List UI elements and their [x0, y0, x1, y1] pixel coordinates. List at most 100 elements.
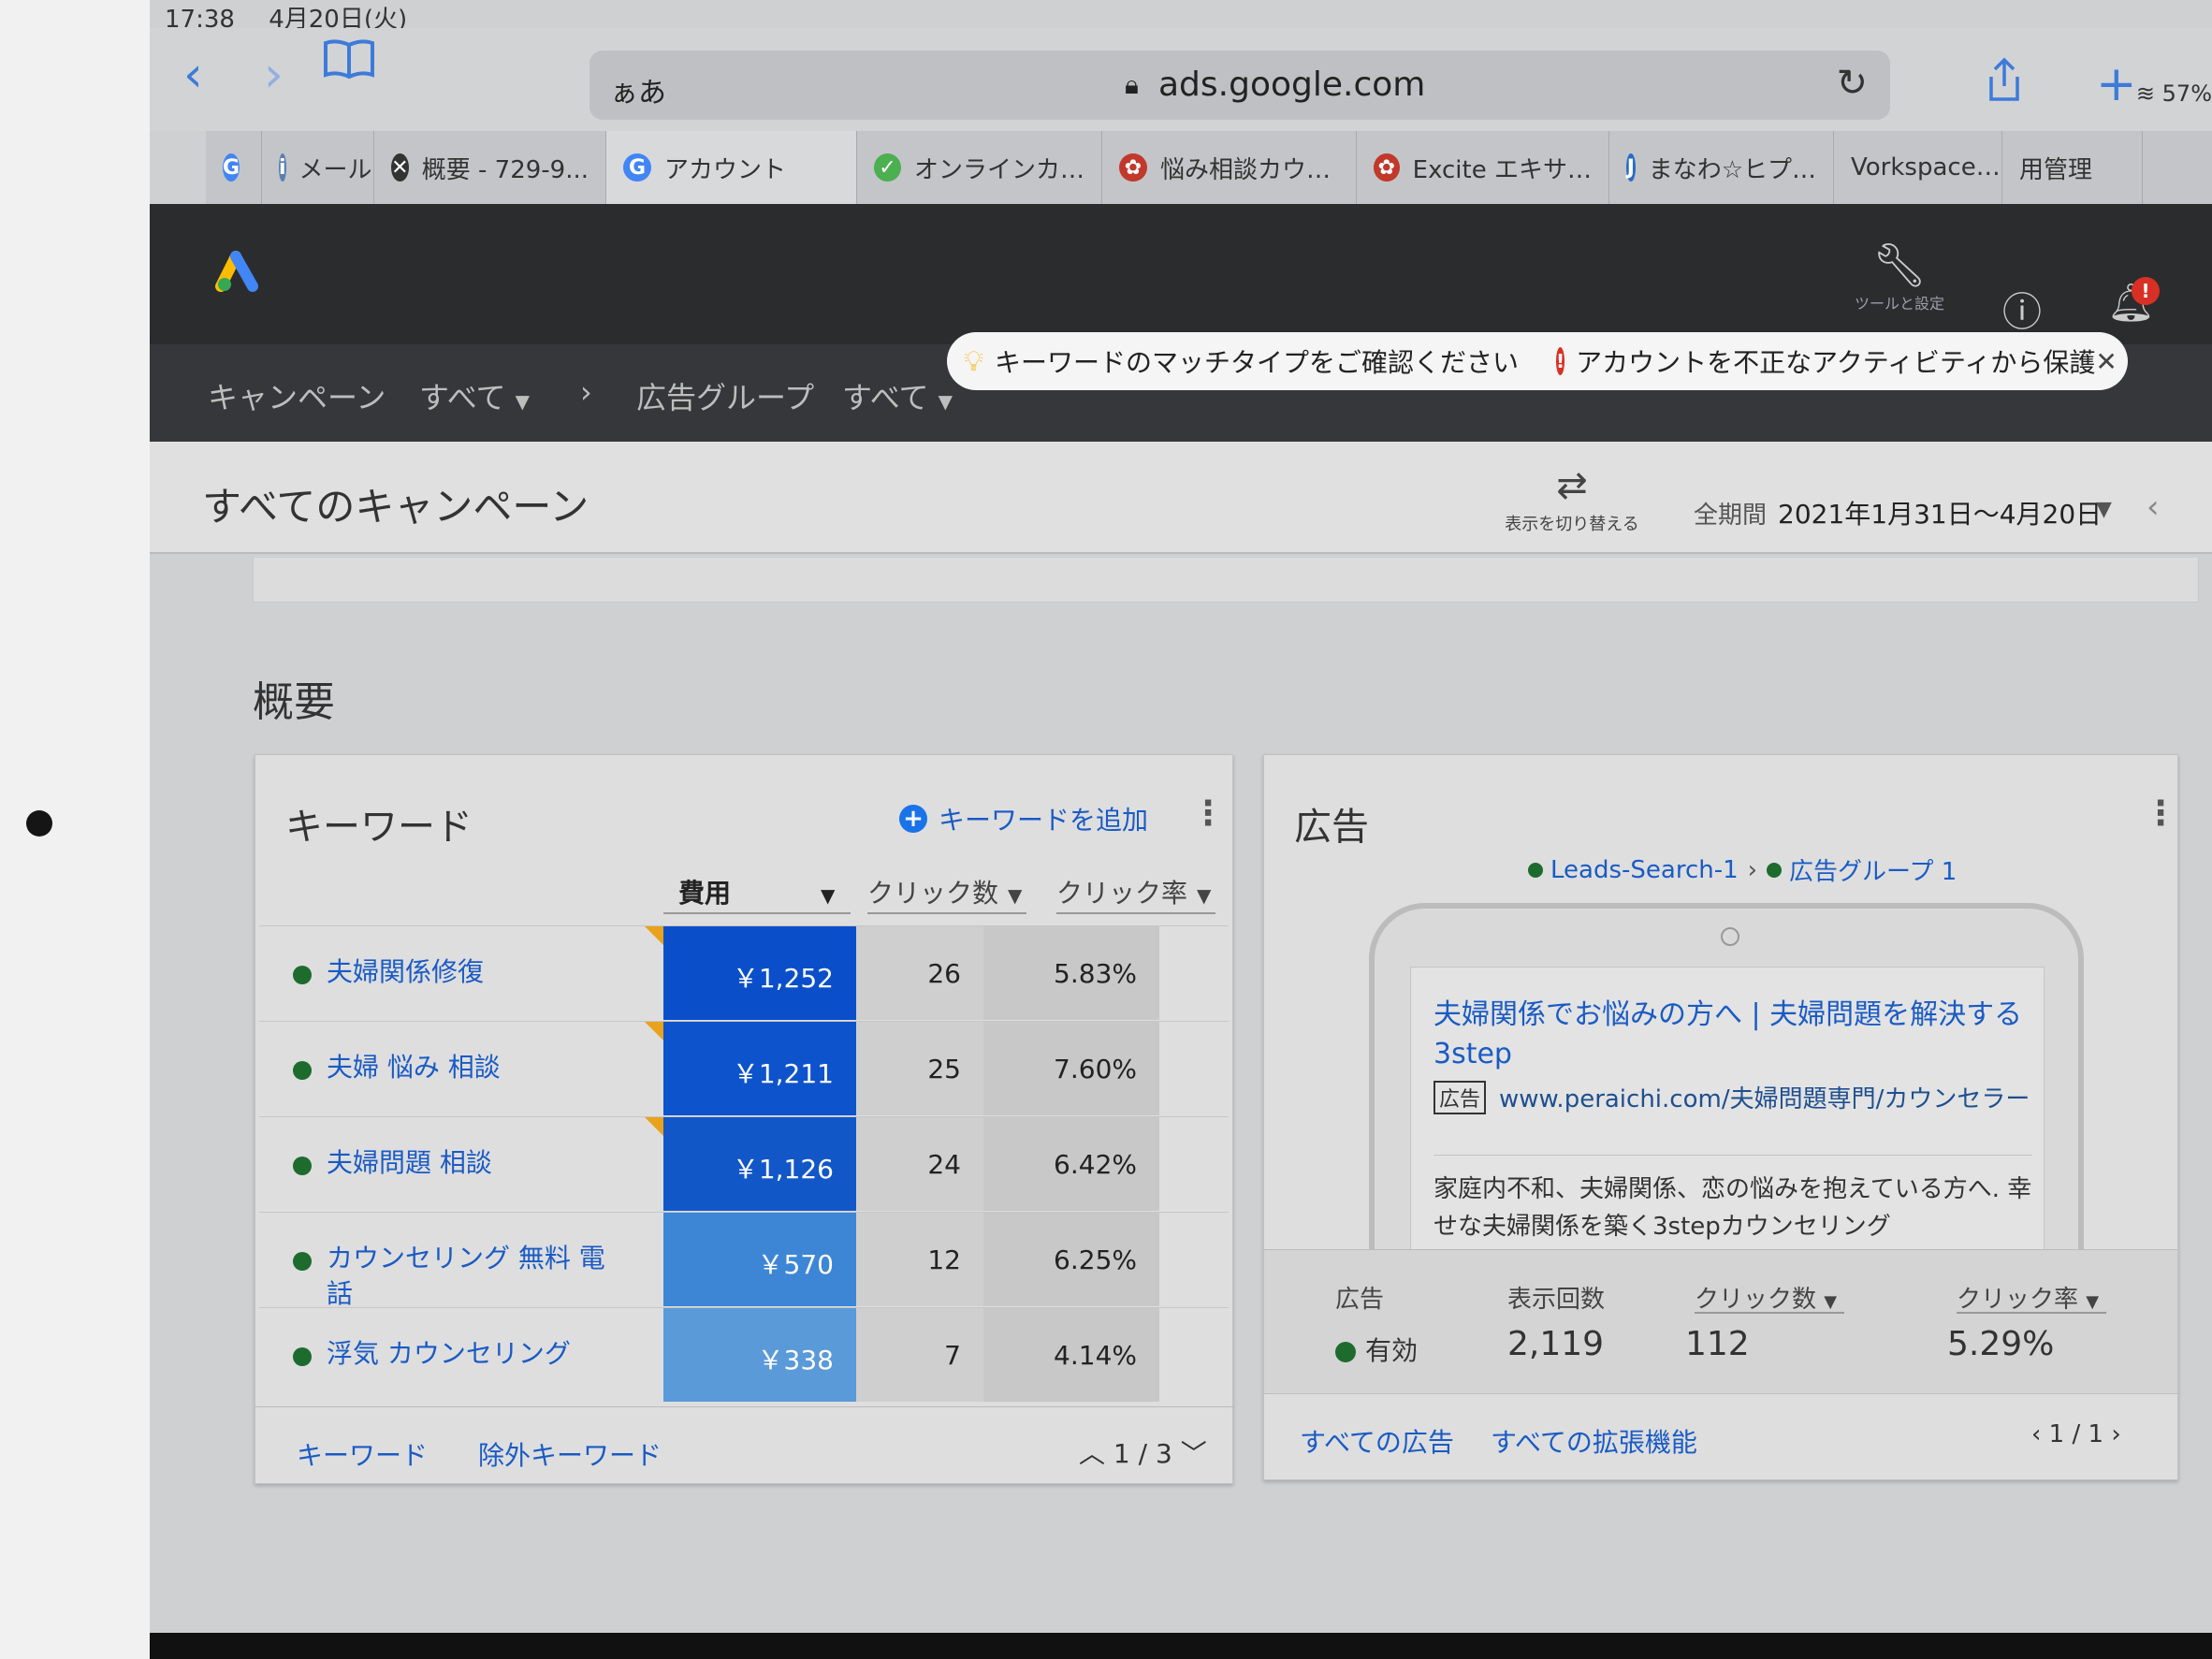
stat-header-clicks[interactable]: クリック数 ▼ [1695, 1280, 1837, 1315]
bookmarks-icon[interactable] [322, 37, 376, 88]
browser-tab[interactable]: Vorkspace… [1834, 131, 2002, 204]
divider [1957, 1312, 2106, 1314]
notice-tip[interactable]: キーワードのマッチタイプをご確認ください [995, 342, 1519, 380]
column-header-ctr[interactable]: クリック率 ▼ [1056, 873, 1211, 910]
keyword-link[interactable]: カウンセリング 無料 電話 [327, 1241, 607, 1312]
table-row[interactable]: 夫婦問題 相談 ￥1,126 24 6.42% [259, 1116, 1229, 1211]
more-vert-icon[interactable]: ⋮ [1191, 794, 1225, 833]
favicon-icon: i [279, 153, 286, 182]
switch-view-button[interactable]: ⇄ 表示を切り替える [1497, 464, 1647, 535]
browser-tab[interactable]: G アカウント [606, 131, 857, 204]
chevron-down-icon: ▼ [821, 884, 836, 907]
browser-tab[interactable]: ✿ 悩み相談カウ… [1102, 131, 1357, 204]
ctr-cell: 4.14% [983, 1308, 1159, 1402]
chevron-down-icon: ▼ [2086, 1292, 2100, 1312]
browser-tab[interactable]: ✕ 概要 - 729-9... [374, 131, 606, 204]
chevron-down-icon[interactable]: ▼ [2096, 498, 2112, 521]
ads-card: 広告 ⋮ Leads-Search-1 › 広告グループ 1 夫婦関係でお悩みの… [1263, 754, 2178, 1480]
warning-icon: ! [1556, 347, 1565, 375]
chevron-left-icon[interactable]: ‹ [2147, 488, 2160, 526]
device-bezel-bottom [150, 1633, 2212, 1659]
cost-cell: ￥1,126 [663, 1117, 856, 1211]
share-icon[interactable] [1986, 56, 2023, 113]
keyword-link[interactable]: 夫婦問題 相談 [327, 1145, 607, 1181]
browser-tab[interactable]: G [206, 131, 262, 204]
divider [867, 912, 1026, 914]
url-text[interactable]: ads.google.com [1158, 65, 1425, 104]
ad-display-url: 広告 www.peraichi.com/夫婦問題専門/カウンセラー [1433, 1080, 2030, 1114]
ctr-cell: 5.83% [983, 926, 1159, 1020]
help-icon[interactable]: ⓘ [2002, 281, 2042, 338]
clicks-cell: 12 [856, 1213, 983, 1306]
date-range-selector[interactable]: 2021年1月31日〜4月20日 [1778, 494, 2102, 531]
table-row[interactable]: 夫婦 悩み 相談 ￥1,211 25 7.60% [259, 1021, 1229, 1115]
column-header-clicks[interactable]: クリック数 ▼ [867, 873, 1022, 910]
table-row[interactable]: 夫婦関係修復 ￥1,252 26 5.83% [259, 925, 1229, 1020]
ad-status-label: 有効 [1365, 1335, 1419, 1366]
add-keyword-button[interactable]: + キーワードを追加 [899, 800, 1148, 837]
browser-tab[interactable]: J まなわ☆ヒプ… [1609, 131, 1834, 204]
all-ads-link[interactable]: すべての広告 [1300, 1422, 1454, 1460]
pagination: ‹ 1 / 1 › [2031, 1420, 2121, 1448]
add-keyword-label: キーワードを追加 [939, 805, 1149, 836]
chevron-up-icon[interactable]: ︿ [1079, 1438, 1105, 1469]
negative-keywords-link[interactable]: 除外キーワード [478, 1435, 662, 1473]
wrench-icon: 🔧︎ [1871, 240, 1928, 290]
back-icon[interactable]: ‹ [183, 51, 203, 99]
lock-icon: 🔒︎ [1125, 69, 1139, 100]
divider [1056, 912, 1215, 914]
campaign-link[interactable]: Leads-Search-1 [1550, 856, 1739, 884]
notice-bar[interactable]: 💡︎ キーワードのマッチタイプをご確認ください ! アカウントを不正なアクティビ… [947, 332, 2128, 390]
ad-preview[interactable]: 夫婦関係でお悩みの方へ | 夫婦問題を解決する3step 広告 www.pera… [1410, 967, 2045, 1264]
forward-icon[interactable]: › [264, 51, 284, 99]
favicon-icon: J [1626, 153, 1636, 182]
chevron-right-icon[interactable]: › [2111, 1420, 2120, 1448]
column-header-cost[interactable]: 費用 ▼ [678, 873, 835, 910]
all-extensions-link[interactable]: すべての拡張機能 [1491, 1422, 1697, 1460]
screen: 17:38 4月20日(火) ‹ › ぁあ 🔒︎ ads.google.com … [150, 0, 2212, 1633]
more-vert-icon[interactable]: ⋮ [2144, 794, 2177, 833]
new-tab-icon[interactable]: + [2096, 56, 2137, 112]
campaign-filter-value: すべて [419, 380, 506, 415]
cost-cell: ￥1,211 [663, 1022, 856, 1115]
divider [663, 912, 851, 914]
tools-button[interactable]: 🔧︎ ツールと設定 [1853, 240, 1946, 313]
tab-label: 用管理 [2019, 155, 2093, 184]
chevron-down-icon[interactable]: ﹀ [1181, 1438, 1207, 1469]
pagination: ︿ 1 / 3 ﹀ [1079, 1433, 1207, 1471]
browser-tab[interactable]: ✿ Excite エキサ… [1357, 131, 1609, 204]
device-bezel [0, 0, 150, 1659]
keywords-link[interactable]: キーワード [297, 1435, 428, 1473]
keyword-link[interactable]: 浮気 カウンセリング [327, 1336, 607, 1372]
ad-status: 有効 [1335, 1331, 1418, 1368]
column-header-cost-label: 費用 [678, 878, 732, 909]
close-icon[interactable]: ✕ [2095, 346, 2117, 377]
battery-level: 57% [2161, 80, 2212, 107]
stat-header-ctr-label: クリック率 [1957, 1286, 2079, 1314]
stat-header-ctr[interactable]: クリック率 ▼ [1957, 1280, 2099, 1315]
chevron-left-icon[interactable]: ‹ [2031, 1420, 2041, 1448]
table-row[interactable]: 浮気 カウンセリング ￥338 7 4.14% [259, 1307, 1229, 1402]
campaign-filter-dropdown[interactable]: すべて ▼ [419, 374, 530, 417]
keywords-card-footer: キーワード 除外キーワード ︿ 1 / 3 ﹀ [255, 1406, 1234, 1485]
keywords-card: キーワード + キーワードを追加 ⋮ 費用 ▼ クリック数 ▼ クリック率 ▼ 夫婦関… [255, 754, 1234, 1485]
keyword-link[interactable]: 夫婦 悩み 相談 [327, 1050, 607, 1085]
phone-mockup: 夫婦関係でお悩みの方へ | 夫婦問題を解決する3step 広告 www.pera… [1369, 903, 2084, 1264]
browser-tab[interactable]: ✓ オンラインカ… [857, 131, 1102, 204]
table-row[interactable]: カウンセリング 無料 電話 ￥570 12 6.25% [259, 1212, 1229, 1309]
keyword-link[interactable]: 夫婦関係修復 [327, 954, 607, 990]
favicon-icon: ✿ [1119, 153, 1147, 182]
page-title: すべてのキャンペーン [202, 484, 589, 530]
stat-impressions: 2,119 [1507, 1325, 1605, 1363]
plus-icon: + [899, 805, 927, 833]
browser-tab[interactable]: 用管理 [2002, 131, 2143, 204]
reader-options-button[interactable]: ぁあ [610, 69, 666, 110]
notice-warning[interactable]: アカウントを不正なアクティビティから保護 [1576, 342, 2095, 380]
reload-icon[interactable]: ↻ [1836, 62, 1868, 105]
browser-tab[interactable]: i メール [262, 131, 374, 204]
google-ads-logo-icon[interactable] [215, 247, 268, 302]
adgroup-link[interactable]: 広告グループ 1 [1789, 852, 1957, 887]
adgroup-filter-dropdown[interactable]: すべて ▼ [842, 374, 953, 417]
address-bar[interactable]: ぁあ 🔒︎ ads.google.com ↻ [589, 51, 1890, 120]
status-dot [1528, 862, 1543, 878]
